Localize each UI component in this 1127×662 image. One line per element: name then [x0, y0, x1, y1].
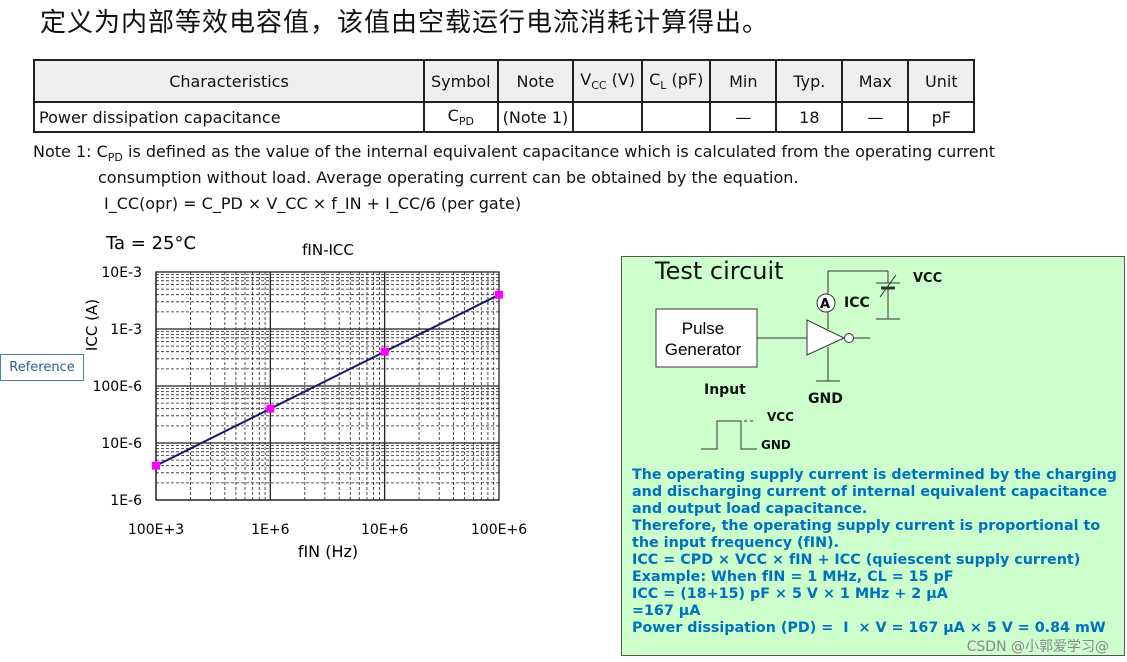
header-text: V	[580, 69, 592, 89]
pulse-waveform	[701, 420, 757, 450]
data-point	[266, 404, 275, 413]
y-tick-label: 1E-6	[110, 493, 142, 509]
x-tick-label: 100E+6	[471, 522, 527, 538]
header-text: Note	[516, 71, 555, 91]
note-line2: consumption without load. Average operat…	[98, 168, 799, 187]
series-line	[155, 293, 500, 467]
column-header: Max	[841, 59, 910, 103]
cell-symbol: CPD	[423, 101, 499, 133]
cell-vcc	[572, 101, 644, 133]
chart-title: fIN-ICC	[302, 241, 354, 259]
column-header: Characteristics	[33, 59, 425, 103]
y-tick-label: 10E-6	[101, 436, 142, 452]
note-sub: PD	[107, 151, 123, 165]
inverter-icon	[806, 319, 846, 356]
header-text: Unit	[925, 71, 958, 91]
data-point	[495, 290, 503, 299]
ammeter-label: A	[820, 297, 830, 312]
y-tick-label: 1E-3	[110, 322, 142, 338]
note-text: is defined as the value of the internal …	[122, 142, 996, 161]
column-header: Unit	[907, 59, 976, 103]
y-tick-label: 10E-3	[101, 265, 142, 281]
column-header: Typ.	[775, 59, 844, 103]
header-text: Characteristics	[169, 71, 289, 91]
note-line1: Note 1: CPD is defined as the value of t…	[33, 142, 995, 164]
column-header: Symbol	[423, 59, 499, 103]
circuit-description: The operating supply current is determin…	[632, 467, 1117, 636]
cell-max: —	[841, 101, 910, 133]
cell-min: —	[709, 101, 778, 133]
heading: 定义为内部等效电容值，该值由空载运行电流消耗计算得出。	[40, 8, 770, 38]
x-tick-label: 1E+6	[251, 522, 289, 538]
watermark: CSDN @小郭爱学习@	[966, 639, 1109, 655]
data-point	[380, 347, 389, 356]
header-text: C	[649, 69, 661, 89]
header-text: Min	[729, 71, 758, 91]
circuit-diagram: A Pulse Generator	[655, 270, 900, 450]
input-gnd-label: GND	[761, 438, 791, 452]
column-header: Note	[496, 59, 575, 103]
header-text: Symbol	[431, 71, 491, 91]
cell-characteristics: Power dissipation capacitance	[33, 101, 425, 133]
column-header: Min	[709, 59, 778, 103]
symbol-sub: PD	[458, 115, 474, 129]
column-header: CL (pF)	[641, 59, 712, 103]
data-point	[152, 461, 160, 470]
input-label: Input	[704, 382, 746, 398]
characteristics-table: Characteristics Symbol Note VCC (V) CL (pF) M…	[33, 59, 976, 133]
header-text: (V)	[606, 69, 636, 89]
cell-cl	[641, 101, 712, 133]
gnd-label: GND	[808, 391, 843, 407]
fin-icc-chart: 100E+3 1E+6 10E+6 100E+6 10E-3 1E-3 100E-6 10E-…	[83, 233, 527, 561]
cell-note: (Note 1)	[496, 101, 575, 133]
header-text: Typ.	[793, 71, 826, 91]
column-header: VCC (V)	[572, 59, 644, 103]
x-axis-label: fIN (Hz)	[298, 542, 358, 561]
table-row: Power dissipation capacitance CPD (Note …	[33, 101, 976, 133]
note-equation: I_CC(opr) = C_PD × V_CC × f_IN + I_CC/6 …	[104, 194, 522, 213]
header-sub: CC	[591, 79, 607, 93]
y-axis-label: ICC (A)	[83, 299, 101, 351]
header-text: Max	[858, 71, 892, 91]
test-circuit-box: Test circuit A Pulse Generator VCC ICC GN…	[621, 256, 1125, 656]
input-vcc-label: VCC	[767, 410, 794, 424]
icc-label: ICC	[844, 295, 870, 311]
header-text: (pF)	[666, 69, 704, 89]
y-tick-label: 100E-6	[92, 379, 142, 395]
x-tick-label: 10E+6	[361, 522, 408, 538]
symbol: C	[447, 105, 459, 125]
vcc-label: VCC	[913, 271, 943, 286]
x-tick-label: 100E+3	[128, 522, 184, 538]
note-text: Note 1: C	[33, 142, 108, 161]
cell-unit: pF	[907, 101, 976, 133]
cell-typ: 18	[775, 101, 844, 133]
temperature-annotation: Ta = 25°C	[105, 233, 196, 254]
